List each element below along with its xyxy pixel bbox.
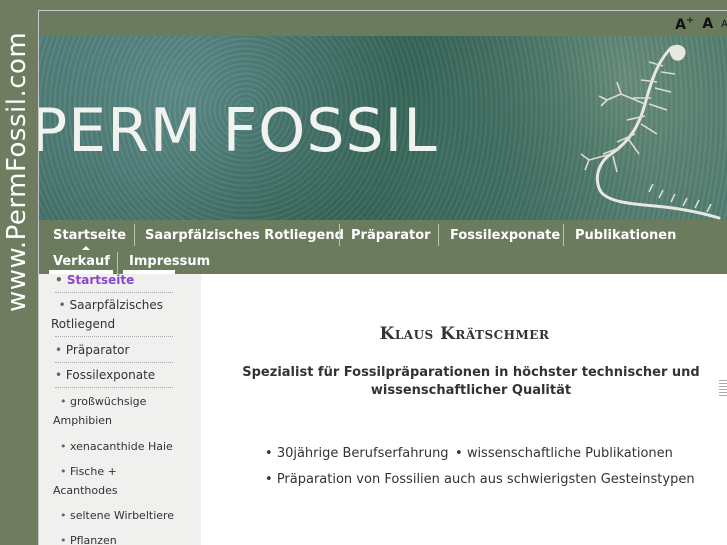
feature-item: • 30jährige Berufserfahrung bbox=[265, 446, 449, 461]
nav-item-verkauf[interactable]: Verkauf bbox=[53, 254, 110, 269]
main-navigation: Startseite Saarpfälzisches Rotliegend Pr… bbox=[39, 220, 727, 274]
font-size-controls: A+ A A bbox=[675, 13, 727, 35]
sidebar-subitem-seltene-wirbeltiere[interactable]: • seltene Wirbeltiere bbox=[53, 506, 175, 525]
font-larger-button[interactable]: A+ bbox=[675, 15, 694, 33]
side-branding-strip: www.PermFossil.com bbox=[0, 0, 38, 545]
nav-divider bbox=[438, 224, 439, 246]
nav-item-saarpfaelzisches-rotliegend[interactable]: Saarpfälzisches Rotliegend bbox=[145, 228, 344, 243]
feature-item: • wissenschaftliche Publikationen bbox=[455, 446, 673, 461]
font-smaller-button[interactable]: A bbox=[721, 19, 727, 30]
sidebar-item-praeparator[interactable]: • Präparator bbox=[55, 341, 177, 360]
main-content: Klaus Krätschmer Spezialist für Fossilpr… bbox=[201, 274, 727, 545]
sidebar-item-fossilexponate[interactable]: • Fossilexponate bbox=[55, 366, 177, 385]
sidebar-divider bbox=[55, 387, 173, 388]
nav-item-impressum[interactable]: Impressum bbox=[129, 254, 210, 269]
site-title: PERM FOSSIL bbox=[39, 96, 438, 166]
page-title: Klaus Krätschmer bbox=[379, 324, 550, 344]
sidebar-item-startseite[interactable]: • Startseite bbox=[55, 271, 177, 290]
nav-divider bbox=[563, 224, 564, 246]
sidebar-divider bbox=[55, 336, 173, 337]
sidebar-divider bbox=[55, 362, 173, 363]
nav-item-startseite[interactable]: Startseite bbox=[53, 228, 126, 243]
nav-divider bbox=[134, 224, 135, 246]
nav-item-praeparator[interactable]: Präparator bbox=[351, 228, 431, 243]
fossil-skeleton-icon bbox=[580, 44, 721, 220]
sidebar-subitem-pflanzen[interactable]: • Pflanzen bbox=[53, 531, 175, 545]
nav-item-publikationen[interactable]: Publikationen bbox=[575, 228, 676, 243]
feature-item: • Präparation von Fossilien auch aus sch… bbox=[265, 472, 695, 487]
sidebar-navigation: • Startseite • Saarpfälzisches Rotliegen… bbox=[39, 271, 201, 545]
sidebar-subitem-xenacanthide-haie[interactable]: • xenacanthide Haie bbox=[53, 437, 175, 456]
side-branding-text: www.PermFossil.com bbox=[2, 31, 32, 312]
sidebar-divider bbox=[55, 292, 173, 293]
sidebar-subitem-fische-acanthodes[interactable]: • Fische + Acanthodes bbox=[53, 462, 175, 500]
nav-divider bbox=[339, 224, 340, 246]
top-bar: A+ A A bbox=[39, 10, 727, 36]
font-normal-button[interactable]: A bbox=[702, 16, 713, 32]
nav-item-fossilexponate[interactable]: Fossilexponate bbox=[450, 228, 560, 243]
nav-active-indicator-icon bbox=[82, 246, 90, 250]
scroll-grip-handle[interactable] bbox=[719, 378, 727, 396]
sidebar-item-saarpfaelzisches-rotliegend[interactable]: • Saarpfälzisches Rotliegend bbox=[51, 296, 173, 334]
page-container: A+ A A PERM FOSSIL Startseite Saarpfälzi… bbox=[38, 10, 727, 545]
page-subtitle: Spezialist für Fossilpräparationen in hö… bbox=[242, 365, 700, 398]
sidebar-subitem-grosswuechsige-amphibien[interactable]: • großwüchsige Amphibien bbox=[53, 392, 175, 430]
header-banner: PERM FOSSIL bbox=[39, 36, 727, 220]
